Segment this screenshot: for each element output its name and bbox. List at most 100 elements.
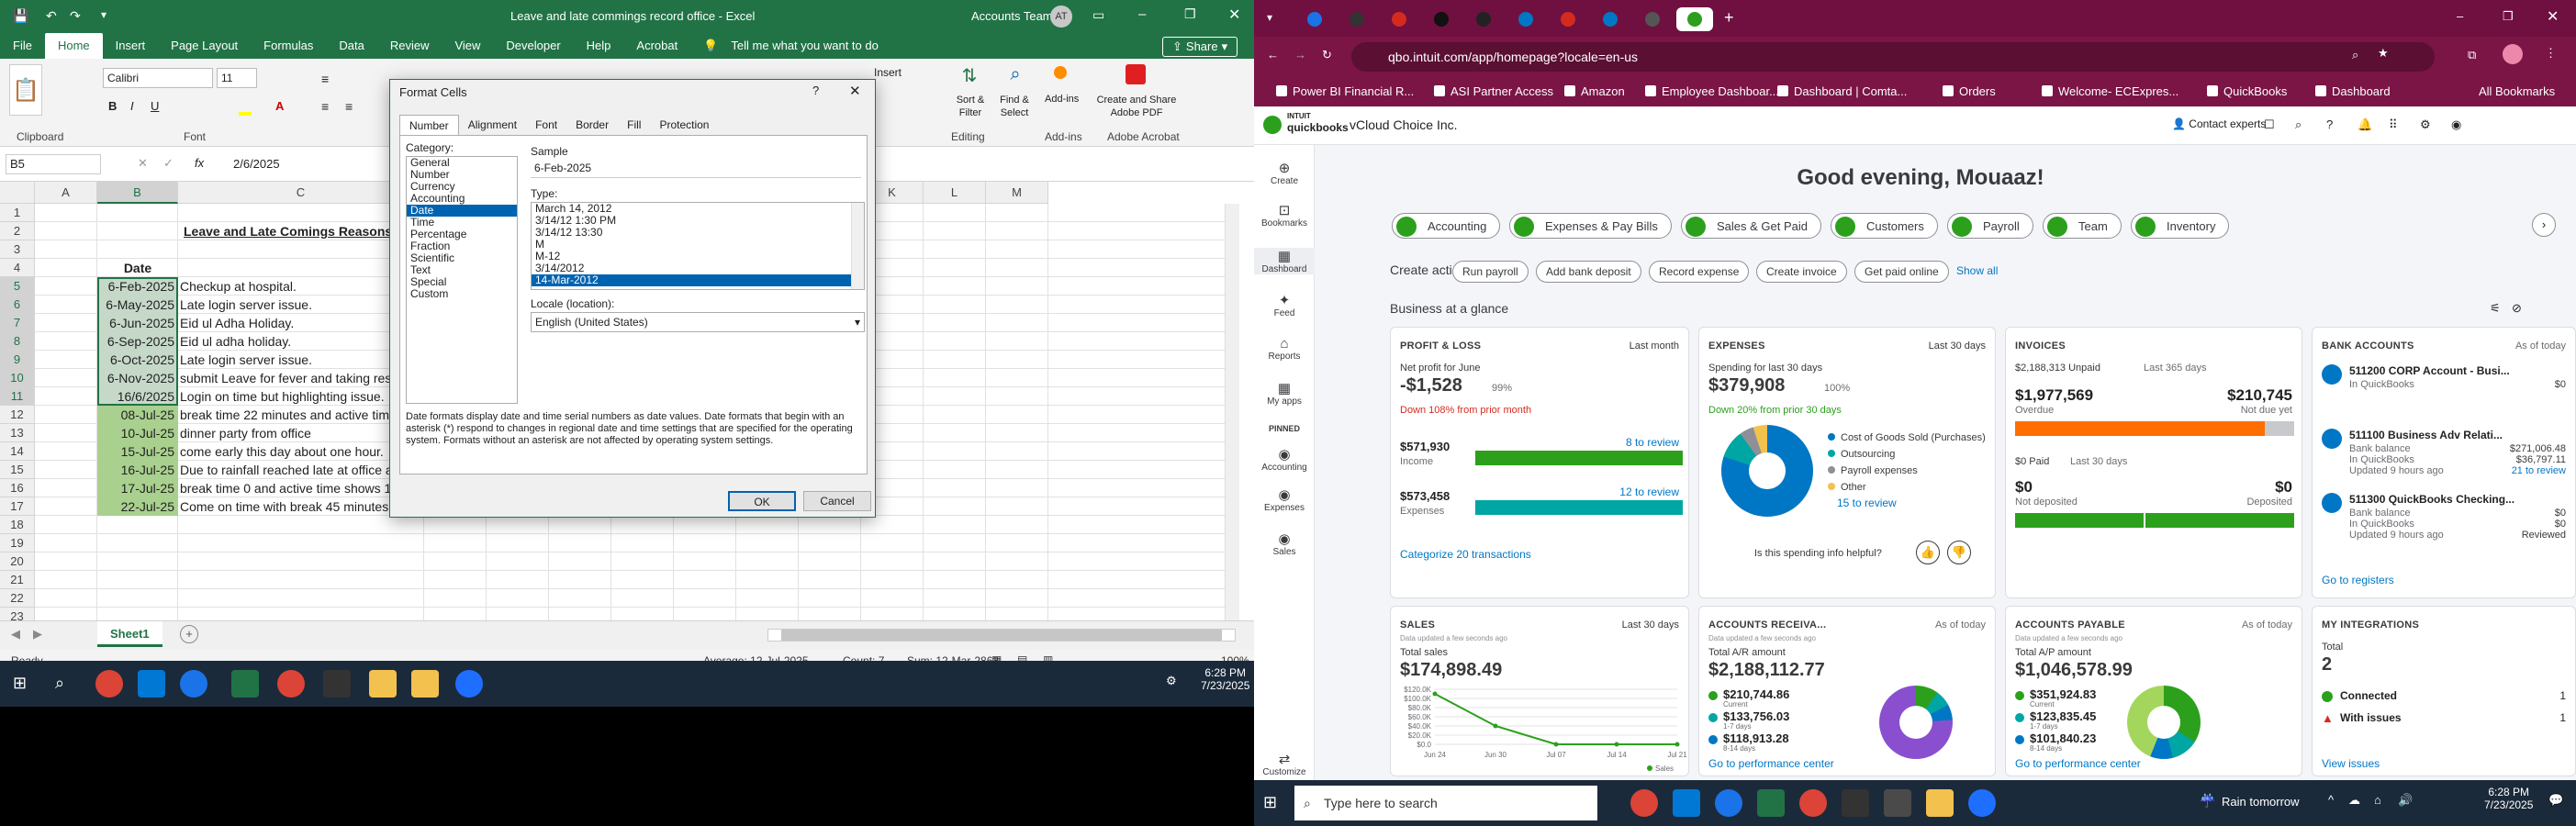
sales-chart[interactable]: $120.0K$100.0K$80.0K$60.0K$40.0K$20.0K$0…	[1391, 684, 1689, 776]
ap-performance-link[interactable]: Go to performance center	[2015, 757, 2141, 770]
tab-insert[interactable]: Insert	[103, 33, 159, 59]
sales-point[interactable]	[1614, 742, 1619, 747]
sidebar-item-feed[interactable]: ✦ Feed	[1254, 292, 1315, 318]
find-select-icon[interactable]: ⌕	[997, 64, 1034, 85]
tray-chevron-icon[interactable]: ^	[2328, 793, 2334, 807]
adobe-pdf-label[interactable]: Create and Share Adobe PDF	[1094, 94, 1179, 119]
cancel-entry-icon[interactable]: ✕	[138, 156, 148, 171]
reason-cell[interactable]: submit Leave for fever and taking rest a…	[180, 369, 409, 387]
contact-experts[interactable]: 👤 Contact experts	[2172, 117, 2266, 130]
aging-amount[interactable]: $118,913.28	[1723, 731, 1789, 745]
bookmark-item[interactable]: Employee Dashboar...	[1645, 84, 1779, 98]
addins-label[interactable]: Add-ins	[1045, 94, 1079, 105]
app-icon[interactable]	[323, 670, 351, 698]
sales-point[interactable]	[1493, 723, 1498, 729]
browser-icon[interactable]	[180, 670, 207, 698]
tray-icon[interactable]: ⚙	[1166, 674, 1177, 688]
row-header[interactable]: 8	[0, 332, 35, 351]
find-select-label[interactable]: Find & Select	[991, 94, 1037, 119]
locale-select[interactable]: English (United States) ▾	[531, 312, 865, 332]
outlook-icon[interactable]	[1673, 789, 1700, 817]
align-top-icon[interactable]: ≡	[321, 72, 329, 86]
income-review-link[interactable]: 8 to review	[1626, 436, 1679, 449]
expenses-donut[interactable]	[1721, 425, 1813, 517]
font-size-box[interactable]: 11	[217, 68, 257, 88]
outlook-icon[interactable]	[138, 670, 165, 698]
nav-pill-sales-get-paid[interactable]: Sales & Get Paid	[1681, 213, 1821, 239]
tab-review[interactable]: Review	[377, 33, 442, 59]
period-select[interactable]: Last 30 days	[1929, 340, 1986, 352]
notification-icon[interactable]: 💬	[2548, 793, 2563, 808]
tab-developer[interactable]: Developer	[493, 33, 573, 59]
aging-amount[interactable]: $123,835.45	[2030, 709, 2096, 723]
search-icon[interactable]: ⌕	[55, 674, 64, 693]
checklist-icon[interactable]: ☐	[2264, 117, 2275, 132]
zoom-icon[interactable]	[455, 670, 483, 698]
zoom-icon[interactable]	[1968, 789, 1996, 817]
row-header[interactable]: 20	[0, 553, 35, 571]
windows-start-icon[interactable]: ⊞	[13, 674, 27, 693]
show-all-link[interactable]: Show all	[1956, 264, 1998, 277]
search-icon[interactable]: ⌕	[2295, 117, 2302, 132]
tab-help[interactable]: Help	[574, 33, 624, 59]
sheet-tab-sheet1[interactable]: Sheet1	[97, 621, 162, 647]
reason-cell[interactable]: Eid ul adha holiday.	[180, 332, 291, 351]
excel-taskbar-icon[interactable]	[231, 670, 259, 698]
sheet-title-cell[interactable]: Leave and Late Comings Reasons	[184, 222, 392, 240]
action-run-payroll[interactable]: Run payroll	[1452, 261, 1529, 283]
row-header[interactable]: 9	[0, 351, 35, 369]
aging-amount[interactable]: $210,744.86	[1723, 687, 1789, 701]
row-header[interactable]: 21	[0, 571, 35, 589]
column-header-b[interactable]: B	[97, 182, 178, 204]
file-explorer-icon[interactable]	[369, 670, 397, 698]
confirm-entry-icon[interactable]: ✓	[163, 156, 174, 171]
help-icon[interactable]: ?	[2326, 117, 2333, 131]
bookmark-item[interactable]: Orders	[1943, 84, 1996, 98]
aging-amount[interactable]: $351,924.83	[2030, 687, 2096, 701]
select-all-corner[interactable]	[0, 182, 35, 204]
nav-pill-payroll[interactable]: Payroll	[1947, 213, 2033, 239]
align-left-icon[interactable]: ≡	[321, 99, 329, 114]
account-icon[interactable]: ◉	[2451, 117, 2461, 132]
reason-cell[interactable]: Late login server issue.	[180, 351, 312, 369]
tab-file[interactable]: File	[0, 33, 45, 59]
bookmark-item[interactable]: Amazon	[1564, 84, 1625, 98]
date-cell[interactable]: 10-Jul-25	[97, 424, 178, 442]
type-item[interactable]: M	[532, 239, 864, 251]
extensions-icon[interactable]: ⧉	[2468, 48, 2476, 62]
reason-cell[interactable]: break time 22 minutes and active time sh…	[180, 406, 420, 424]
expenses-review-link[interactable]: 15 to review	[1837, 497, 1897, 509]
app-icon[interactable]	[1842, 789, 1869, 817]
reason-cell[interactable]: dinner party from office	[180, 424, 311, 442]
not-deposited-bar[interactable]	[2015, 513, 2144, 528]
expenses-bar[interactable]	[1475, 500, 1683, 515]
nav-pill-inventory[interactable]: Inventory	[2131, 213, 2230, 239]
tab-search-icon[interactable]: ▾	[1267, 11, 1272, 24]
zoom-lens-icon[interactable]: ⌕	[2352, 48, 2358, 62]
filter-icon[interactable]: ⚟	[2490, 301, 2501, 316]
dialog-help-icon[interactable]: ?	[812, 84, 819, 97]
bank-account-name[interactable]: 511100 Business Adv Relati...	[2349, 429, 2503, 441]
sidebar-item-dashboard[interactable]: ▦ Dashboard	[1254, 248, 1315, 274]
categorize-link[interactable]: Categorize 20 transactions	[1400, 548, 1531, 561]
ar-donut[interactable]	[1879, 686, 1953, 759]
ok-button[interactable]: OK	[728, 491, 796, 511]
vertical-scrollbar[interactable]	[1225, 204, 1239, 620]
clock[interactable]: 6:28 PM 7/23/2025	[2484, 786, 2533, 811]
reason-cell[interactable]: Login on time but highlighting issue.	[180, 387, 385, 406]
underline-icon[interactable]: U	[151, 99, 159, 113]
company-name[interactable]: vCloud Choice Inc.	[1350, 117, 1458, 132]
row-header[interactable]: 19	[0, 534, 35, 553]
aging-amount[interactable]: $133,756.03	[1723, 709, 1789, 723]
tab-acrobat[interactable]: Acrobat	[623, 33, 690, 59]
column-header-m[interactable]: M	[986, 182, 1048, 204]
action-create-invoice[interactable]: Create invoice	[1756, 261, 1847, 283]
horizontal-scrollbar[interactable]	[767, 629, 1236, 642]
bell-icon[interactable]: 🔔	[2358, 117, 2372, 132]
qat-more-icon[interactable]: ▾	[101, 8, 106, 21]
bookmark-item[interactable]: Dashboard | Comta...	[1777, 84, 1907, 98]
period-select[interactable]: Last 30 days	[1622, 620, 1679, 631]
column-header-l[interactable]: L	[924, 182, 986, 204]
row-header[interactable]: 13	[0, 424, 35, 442]
issues-label[interactable]: With issues	[2340, 711, 2402, 724]
